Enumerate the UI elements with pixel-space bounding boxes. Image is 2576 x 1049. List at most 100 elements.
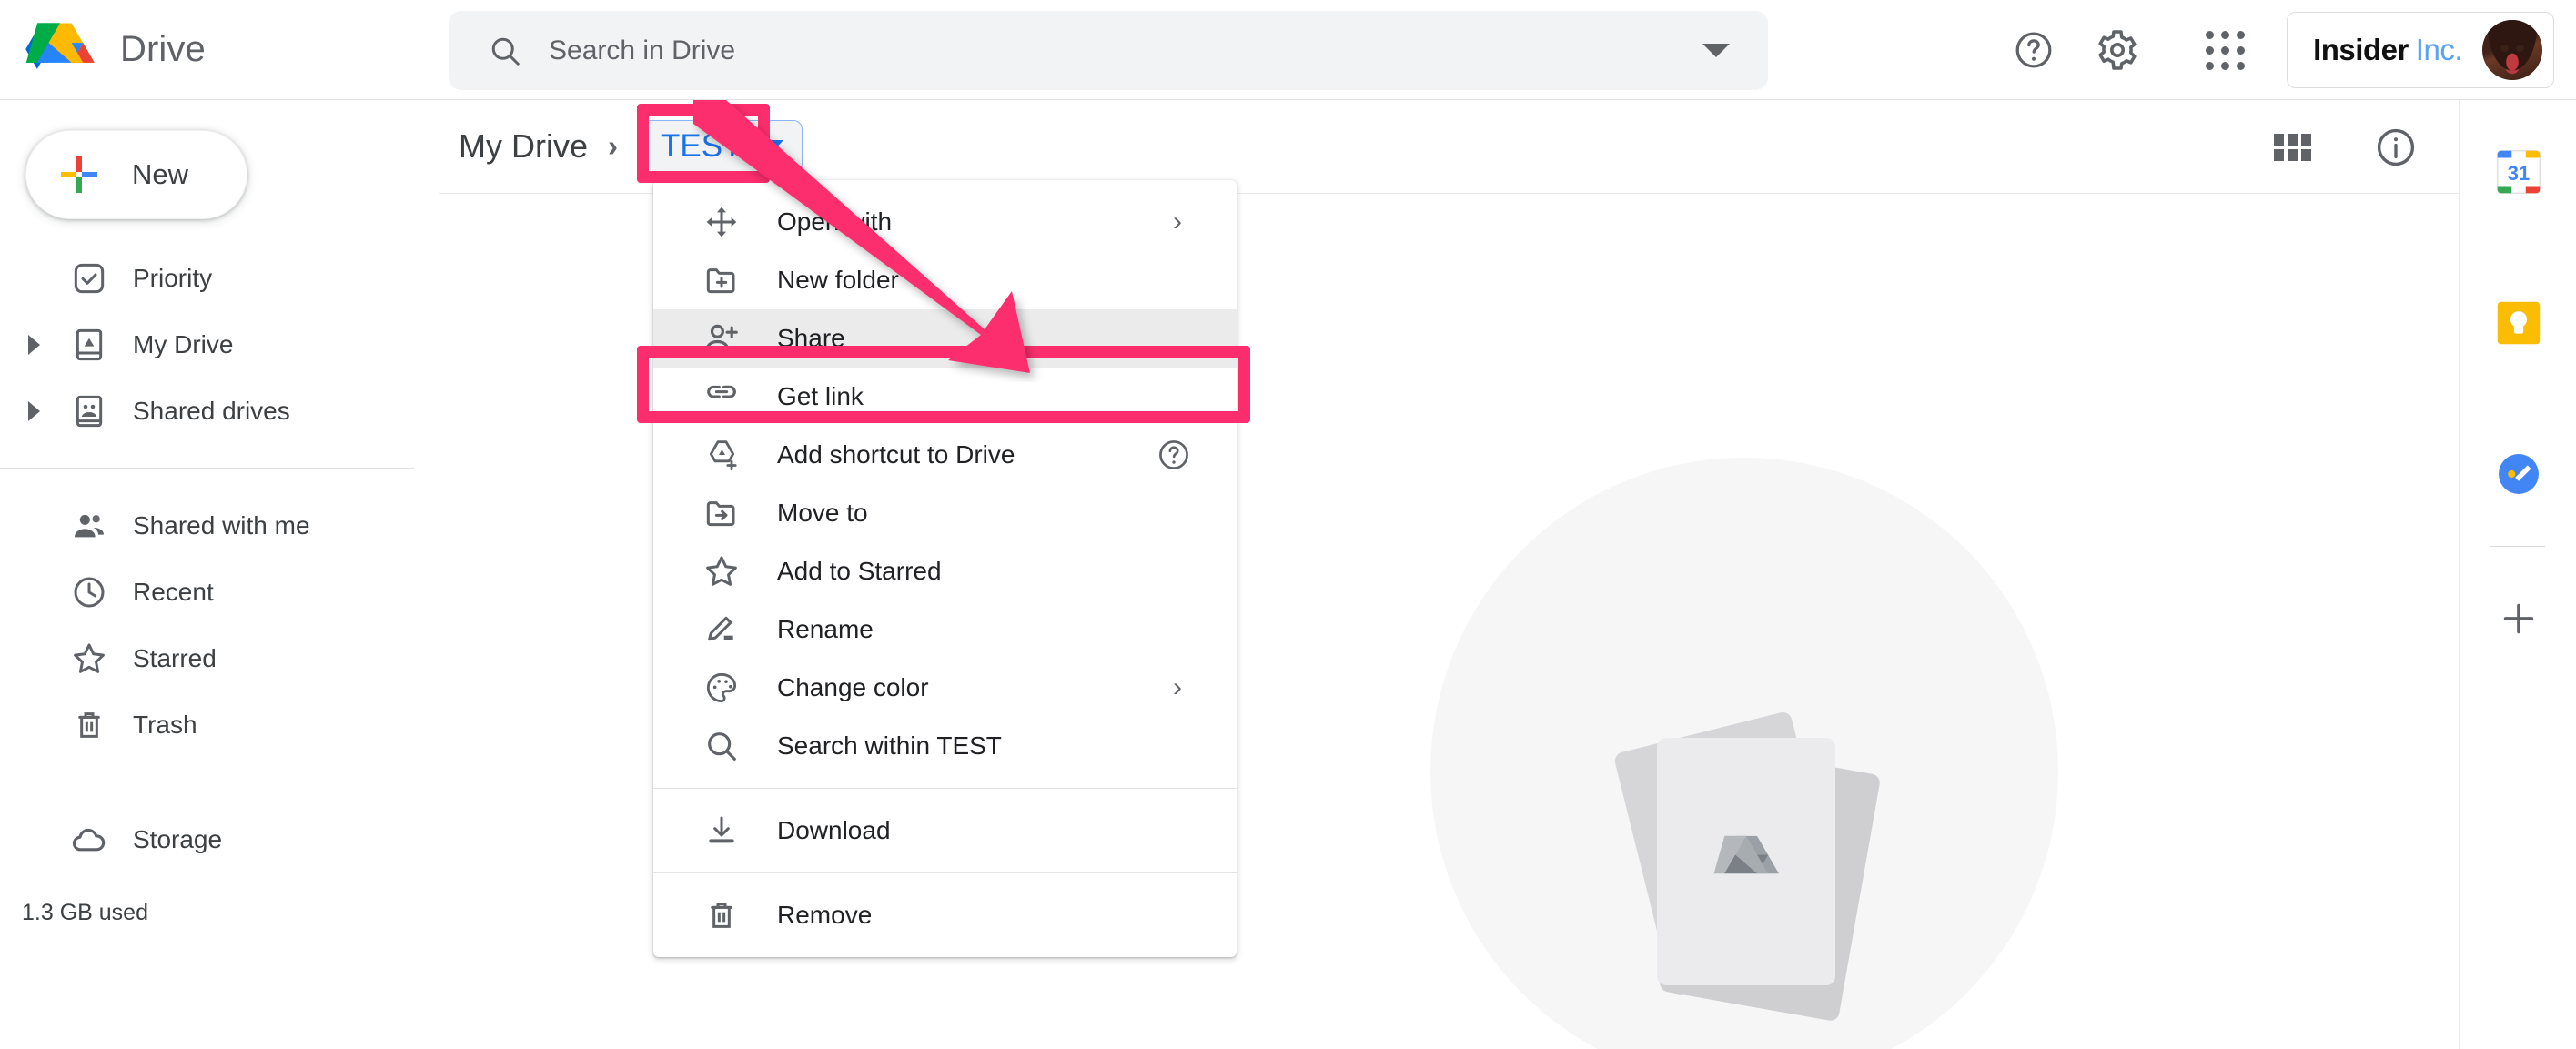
account-brand-suffix: Inc. <box>2416 33 2462 66</box>
pencil-icon <box>699 607 744 652</box>
shared-drives-icon <box>69 391 109 431</box>
plus-icon <box>57 153 101 197</box>
sidebar-item-label: Storage <box>133 825 222 854</box>
menu-item-open-with[interactable]: Open with › <box>653 193 1237 251</box>
menu-item-label: Add to Starred <box>777 557 942 586</box>
sidebar-item-label: Priority <box>133 264 212 293</box>
search-box[interactable] <box>449 11 1768 90</box>
check-badge-icon <box>69 258 109 298</box>
sidebar-item-label: Shared drives <box>133 397 290 426</box>
star-icon <box>69 639 109 679</box>
menu-item-label: Share <box>777 324 845 353</box>
sidebar-nav-secondary: Shared with me Recent <box>0 492 439 758</box>
sidebar-item-trash[interactable]: Trash <box>0 691 439 758</box>
folder-context-menu: Open with › New folder <box>653 180 1237 957</box>
sidebar-item-recent[interactable]: Recent <box>0 559 439 625</box>
sidebar-item-shared-drives[interactable]: Shared drives <box>0 378 439 444</box>
drive-files-placeholder-icon <box>1622 721 1877 1022</box>
google-drive-logo-icon <box>25 20 95 80</box>
add-shortcut-icon <box>699 432 744 478</box>
search-container <box>449 11 1768 90</box>
expand-my-drive-toggle[interactable] <box>22 335 45 355</box>
people-icon <box>69 506 109 546</box>
google-keep-icon[interactable] <box>2460 264 2576 382</box>
drive-triangle-glyph <box>1713 832 1779 891</box>
caret-down-icon <box>760 140 783 153</box>
menu-item-label: Search within TEST <box>777 731 1002 761</box>
menu-item-remove[interactable]: Remove <box>653 886 1237 944</box>
account-brand-main: Insider <box>2313 33 2409 66</box>
my-drive-icon <box>69 325 109 365</box>
clock-icon <box>69 572 109 612</box>
share-person-add-icon <box>699 316 744 361</box>
top-bar: Drive <box>0 0 2576 100</box>
menu-item-new-folder[interactable]: New folder <box>653 251 1237 309</box>
breadcrumb-my-drive[interactable]: My Drive <box>459 127 588 166</box>
apps-grid-icon[interactable] <box>2183 8 2267 92</box>
sidebar-item-starred[interactable]: Starred <box>0 625 439 691</box>
sidebar-item-label: Starred <box>133 644 217 673</box>
menu-divider-2 <box>653 872 1237 873</box>
menu-item-label: New folder <box>777 266 899 295</box>
storage-used-text: 1.3 GB used <box>0 900 439 926</box>
new-folder-icon <box>699 257 744 303</box>
menu-item-download[interactable]: Download <box>653 802 1237 860</box>
sidebar-item-shared-with-me[interactable]: Shared with me <box>0 492 439 559</box>
search-input[interactable] <box>549 35 1675 66</box>
account-switcher[interactable]: InsiderInc. <box>2287 12 2554 88</box>
apps-grid-dots <box>2206 31 2245 70</box>
search-icon <box>489 35 521 67</box>
add-app-plus-icon[interactable] <box>2460 560 2576 678</box>
gear-icon[interactable] <box>2076 8 2159 92</box>
sidebar-item-label: Recent <box>133 578 214 607</box>
view-toolbar <box>2262 100 2426 194</box>
menu-item-add-to-starred[interactable]: Add to Starred <box>653 542 1237 600</box>
menu-item-get-link[interactable]: Get link <box>653 368 1237 426</box>
expand-shared-drives-toggle[interactable] <box>22 401 45 421</box>
menu-item-move-to[interactable]: Move to <box>653 484 1237 542</box>
new-button[interactable]: New <box>25 130 247 219</box>
drive-brand[interactable]: Drive <box>0 20 441 80</box>
sidebar-item-priority[interactable]: Priority <box>0 245 439 311</box>
google-drive-window: Drive <box>0 0 2576 1049</box>
info-circle-icon[interactable] <box>2366 117 2426 177</box>
menu-item-change-color[interactable]: Change color › <box>653 659 1237 717</box>
menu-item-add-shortcut-to-drive[interactable]: Add shortcut to Drive <box>653 426 1237 484</box>
top-bar-actions: InsiderInc. <box>1992 0 2554 100</box>
app-title: Drive <box>120 29 206 70</box>
side-apps-rail: 31 <box>2459 100 2576 1049</box>
chevron-right-icon: › <box>1173 674 1182 701</box>
sidebar-nav-primary: Priority My Drive <box>0 245 439 444</box>
help-circle-icon[interactable] <box>1157 438 1191 472</box>
menu-item-label: Move to <box>777 499 868 528</box>
menu-item-rename[interactable]: Rename <box>653 600 1237 659</box>
empty-state-content: Drop files here or use the “New” button. <box>1522 721 1977 1049</box>
sidebar-divider-1 <box>0 468 414 469</box>
sidebar-item-label: My Drive <box>133 330 233 359</box>
placeholder-card-front <box>1657 738 1835 985</box>
sidebar-item-label: Shared with me <box>133 511 310 540</box>
sidebar: New Priority <box>0 100 439 1049</box>
google-calendar-icon[interactable]: 31 <box>2460 113 2576 231</box>
account-brand: InsiderInc. <box>2313 33 2462 67</box>
menu-item-search-within-test[interactable]: Search within TEST <box>653 717 1237 775</box>
breadcrumb-test-chip[interactable]: TEST <box>638 120 803 173</box>
help-circle-icon[interactable] <box>1992 8 2076 92</box>
svg-text:31: 31 <box>2507 162 2529 185</box>
menu-divider-1 <box>653 788 1237 789</box>
chevron-right-icon: › <box>1173 208 1182 236</box>
menu-item-label: Download <box>777 816 891 845</box>
avatar[interactable] <box>2482 20 2542 80</box>
breadcrumb-separator-icon: › <box>608 129 618 164</box>
download-icon <box>699 808 744 853</box>
sidebar-item-my-drive[interactable]: My Drive <box>0 311 439 378</box>
menu-item-share[interactable]: Share <box>653 309 1237 368</box>
grid-view-icon[interactable] <box>2262 117 2322 177</box>
sidebar-item-storage[interactable]: Storage <box>0 806 439 872</box>
sidebar-item-label: Trash <box>133 711 197 740</box>
search-options-caret-down-icon[interactable] <box>1702 44 1730 57</box>
trash-icon <box>699 893 744 938</box>
menu-item-label: Open with <box>777 207 892 237</box>
menu-item-label: Add shortcut to Drive <box>777 440 1015 469</box>
google-tasks-icon[interactable] <box>2460 415 2576 533</box>
